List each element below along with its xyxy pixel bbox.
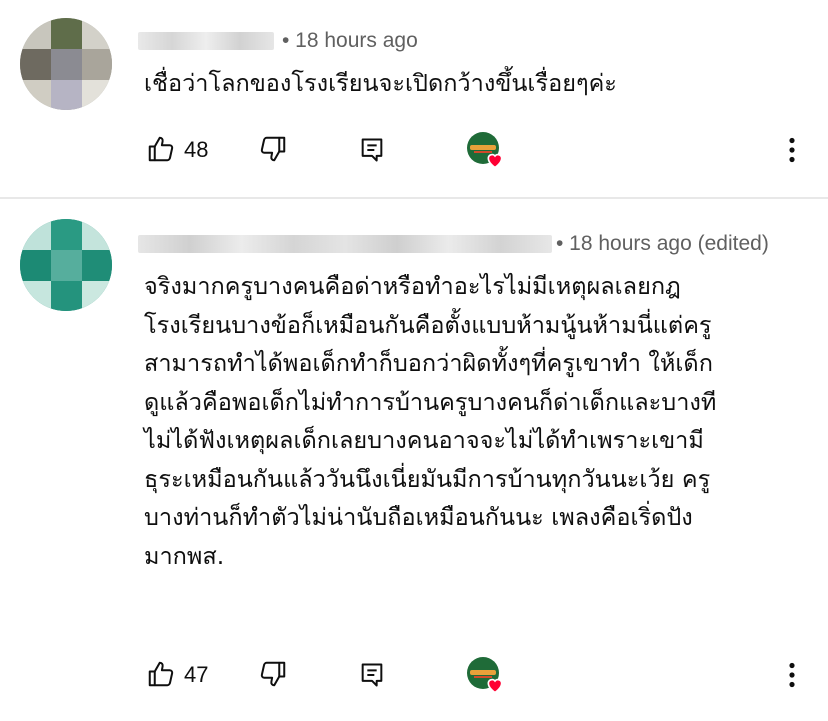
thumbs-up-icon	[148, 136, 174, 162]
creator-heart	[467, 132, 503, 169]
like-count: 47	[184, 662, 209, 687]
comment-text-line: จริงมากครูบางคนคือด่าหรือทำอะไรไม่มีเหตุ…	[144, 272, 681, 300]
more-vertical-icon	[789, 662, 795, 688]
comment-text-line: ธุระเหมือนกันแล้ววันนึงเนี่ยมันมีการบ้าน…	[144, 464, 711, 493]
commenter-avatar[interactable]	[20, 219, 112, 311]
comment-text-line: มากพส.	[144, 541, 225, 570]
creator-heart	[467, 657, 503, 694]
comment-text-line: บางท่านก็ทำตัวไม่น่านับถือเหมือนกันนะ เพ…	[144, 503, 693, 531]
commenter-name-redacted[interactable]	[138, 32, 274, 50]
reply-comment-icon	[361, 663, 383, 687]
comment-text: เชื่อว่าโลกของโรงเรียนจะเปิดกว้างขึ้นเรื…	[144, 64, 617, 103]
creator-heart-icon	[487, 153, 503, 169]
like-button[interactable]	[144, 132, 178, 166]
comment-text-line: เชื่อว่าโลกของโรงเรียนจะเปิดกว้างขึ้นเรื…	[144, 69, 617, 97]
thumbs-down-icon	[260, 661, 286, 687]
reply-comment-icon	[361, 138, 383, 162]
comment-actions: 48	[0, 130, 828, 170]
comment-1: • 18 hours ago เชื่อว่าโลกของโรงเรียนจะเ…	[0, 0, 828, 198]
comment-text-line: โรงเรียนบางข้อก็เหมือนกันคือตั้งแบบห้ามน…	[144, 310, 712, 339]
comment-text-line: สามารถทำได้พอเด็กทำก็บอกว่าผิดทั้งๆที่คร…	[144, 349, 713, 377]
thumbs-up-icon	[148, 661, 174, 687]
comment-timestamp: • 18 hours ago	[282, 29, 418, 52]
comment-actions: 47	[0, 655, 828, 695]
reply-button[interactable]	[355, 133, 389, 167]
dislike-button[interactable]	[256, 132, 290, 166]
commenter-name-redacted[interactable]	[138, 235, 552, 253]
reply-button[interactable]	[355, 658, 389, 692]
creator-heart-icon	[487, 678, 503, 694]
more-options-button[interactable]	[778, 657, 806, 693]
like-button[interactable]	[144, 657, 178, 691]
like-count: 48	[184, 137, 209, 162]
comment-text-line: ไม่ได้ฟังเหตุผลเด็กเลยบางคนอาจจะไม่ได้ทำ…	[144, 426, 704, 454]
commenter-avatar[interactable]	[20, 18, 112, 110]
comment-text-line: ดูแล้วคือพอเด็กไม่ทำการบ้านครูบางคนก็ด่า…	[144, 387, 717, 416]
dislike-button[interactable]	[256, 657, 290, 691]
more-vertical-icon	[789, 137, 795, 163]
comment-timestamp: • 18 hours ago (edited)	[556, 232, 769, 255]
thumbs-down-icon	[260, 136, 286, 162]
comment-text: จริงมากครูบางคนคือด่าหรือทำอะไรไม่มีเหตุ…	[144, 267, 716, 575]
more-options-button[interactable]	[778, 132, 806, 168]
comment-2: • 18 hours ago (edited) จริงมากครูบางคนค…	[0, 199, 828, 721]
